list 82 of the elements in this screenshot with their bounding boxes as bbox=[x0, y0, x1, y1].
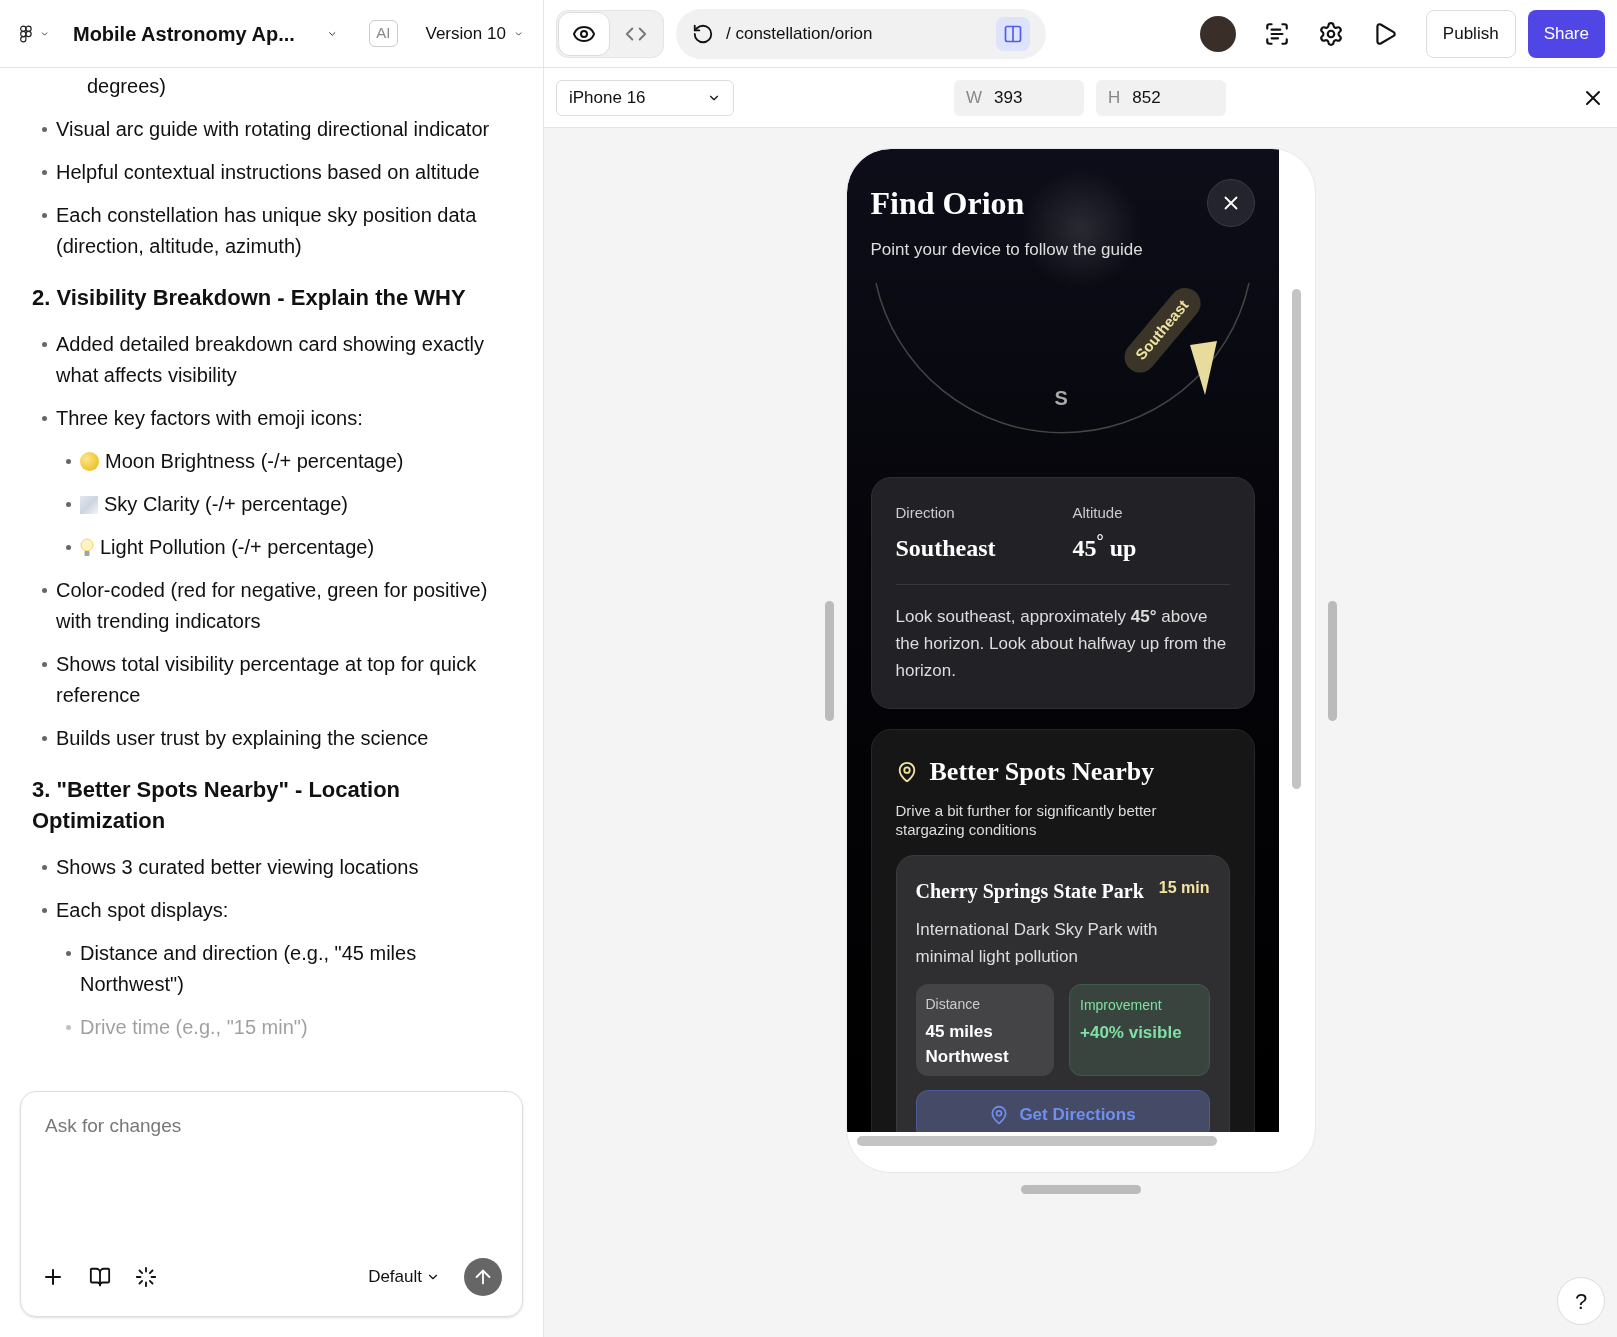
bullet-icon bbox=[65, 502, 71, 507]
direction-label: Direction bbox=[895, 502, 956, 523]
spot-description: International Dark Sky Park with minimal light pollution bbox=[915, 919, 1159, 968]
bullet-icon bbox=[65, 545, 71, 550]
publish-button[interactable]: Publish bbox=[1425, 9, 1516, 58]
reload-icon[interactable] bbox=[692, 22, 714, 45]
list-item-text: Each spot displays: bbox=[56, 898, 229, 923]
cloud-icon bbox=[80, 495, 98, 514]
send-button[interactable] bbox=[464, 1258, 502, 1296]
project-title[interactable]: Mobile Astronomy Ap... bbox=[72, 18, 295, 49]
url-bar[interactable]: / constellation/orion bbox=[676, 8, 1046, 59]
list-item-text: Distance and direction (e.g., "45 miles Northwest") bbox=[80, 941, 418, 997]
list-item-text: Three key factors with emoji icons: bbox=[56, 406, 363, 431]
screen-title: Find Orion bbox=[870, 184, 1026, 223]
resize-handle[interactable] bbox=[1327, 600, 1337, 721]
resize-handle[interactable] bbox=[824, 600, 834, 721]
list-item-text: degrees) bbox=[87, 74, 167, 99]
list-item-text: Builds user trust by explaining the science bbox=[56, 726, 429, 751]
message-field[interactable]: Ask for changes bbox=[41, 1112, 502, 1258]
share-button[interactable]: Share bbox=[1527, 9, 1605, 58]
list-item-text: Helpful contextual instructions based on altitude bbox=[56, 160, 480, 185]
screen-subtitle: Point your device to follow the guide bbox=[870, 239, 1143, 261]
altitude-value: 45$^{°}$ up bbox=[1072, 530, 1137, 563]
height-field[interactable]: H 852 bbox=[1096, 79, 1226, 116]
list-item-text: Drive time (e.g., "15 min") bbox=[80, 1015, 308, 1040]
direction-value: Southeast bbox=[895, 534, 997, 563]
cardinal-label: S bbox=[1054, 385, 1068, 411]
list-item-text: Added detailed breakdown card showing exactly what affects visibility bbox=[56, 332, 486, 388]
preview-toggle[interactable] bbox=[558, 11, 610, 56]
width-field[interactable]: W 393 bbox=[954, 79, 1084, 116]
list-item-text: Shows total visibility percentage at top for quick reference bbox=[56, 652, 478, 708]
bullet-icon bbox=[65, 951, 71, 956]
bullet-icon bbox=[41, 908, 47, 913]
version-selector[interactable]: Version 10 bbox=[425, 20, 506, 47]
device-select[interactable]: iPhone 16 bbox=[556, 79, 734, 116]
user-avatar[interactable] bbox=[1199, 15, 1236, 52]
mode-selector[interactable]: Default bbox=[368, 1264, 422, 1290]
spots-title: Better Spots Nearby bbox=[929, 756, 1155, 788]
chat-input[interactable]: Ask for changes Default bbox=[20, 1091, 523, 1317]
list-item-text: Light Pollution (-/+ percentage) bbox=[100, 535, 375, 560]
list-item-text: Visual arc guide with rotating directional indicator bbox=[56, 117, 490, 142]
moon-icon bbox=[80, 452, 99, 471]
settings-icon[interactable] bbox=[1317, 20, 1344, 47]
close-button[interactable] bbox=[1206, 179, 1255, 227]
improvement-tile: Improvement +40% visible bbox=[1069, 984, 1210, 1076]
resize-handle[interactable] bbox=[1020, 1185, 1141, 1194]
spots-subtitle: Drive a bit further for significantly better stargazing conditions bbox=[895, 801, 1158, 839]
bullet-icon bbox=[41, 342, 47, 347]
bullet-icon bbox=[41, 736, 47, 741]
book-icon[interactable] bbox=[89, 1266, 111, 1288]
light-bulb-icon bbox=[80, 537, 94, 558]
bullet-icon bbox=[41, 662, 47, 667]
distance-tile: Distance 45 miles Northwest bbox=[915, 984, 1054, 1076]
list-item-text: Sky Clarity (-/+ percentage) bbox=[104, 492, 348, 517]
device-icon bbox=[1003, 23, 1023, 44]
list-item-text: Color-coded (red for negative, green for positive) with trending indicators bbox=[56, 578, 489, 634]
list-item-text: Each constellation has unique sky position data (direction, altitude, azimuth) bbox=[56, 203, 478, 259]
drive-time: 15 min bbox=[1158, 878, 1210, 898]
bullet-icon bbox=[41, 416, 47, 421]
section-heading: 3. "Better Spots Nearby" - Location Optimization bbox=[32, 776, 402, 835]
inspect-icon[interactable] bbox=[1263, 20, 1290, 47]
altitude-label: Altitude bbox=[1072, 502, 1124, 523]
list-item-text: Moon Brightness (-/+ percentage) bbox=[105, 449, 404, 474]
position-description: Look southeast, approximately 45° above the horizon. Look about halfway up from the horizon. bbox=[895, 606, 1228, 682]
bullet-icon bbox=[65, 459, 71, 464]
spot-name: Cherry Springs State Park bbox=[915, 879, 1144, 905]
ai-badge[interactable]: AI bbox=[369, 20, 398, 47]
sparkle-icon[interactable] bbox=[135, 1266, 157, 1288]
scrollbar-thumb[interactable] bbox=[1292, 289, 1301, 789]
bullet-icon bbox=[41, 213, 47, 218]
help-button[interactable]: ? bbox=[1557, 1277, 1605, 1325]
list-item-text: Shows 3 curated better viewing locations bbox=[56, 855, 419, 880]
bullet-icon bbox=[41, 588, 47, 593]
bullet-icon bbox=[41, 170, 47, 175]
section-heading: 2. Visibility Breakdown - Explain the WHY bbox=[32, 284, 467, 312]
device-view-button[interactable] bbox=[996, 16, 1030, 51]
direction-arrow-icon bbox=[1189, 340, 1217, 395]
bullet-icon bbox=[65, 1025, 71, 1030]
url-path: / constellation/orion bbox=[726, 22, 874, 45]
scrollbar-thumb[interactable] bbox=[856, 1136, 1217, 1146]
bullet-icon bbox=[41, 865, 47, 870]
bullet-icon bbox=[41, 127, 47, 132]
